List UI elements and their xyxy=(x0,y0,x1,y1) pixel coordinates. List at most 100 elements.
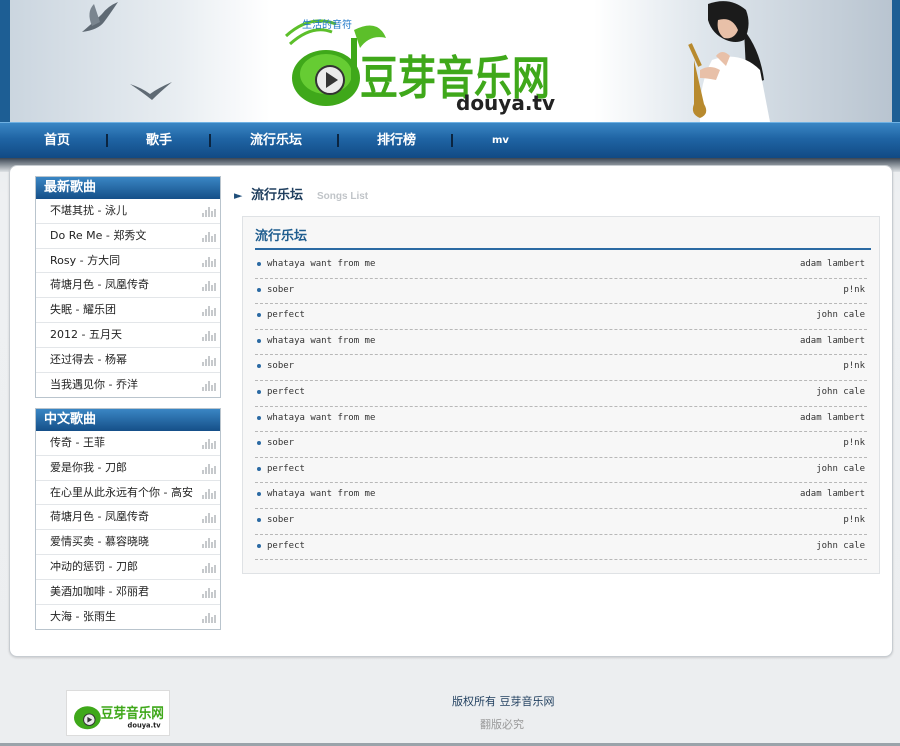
sidebar-song-item[interactable]: 大海 - 张雨生 xyxy=(36,605,220,630)
nav-charts[interactable]: 排行榜 xyxy=(377,123,416,159)
song-name[interactable]: whataya want from me xyxy=(267,413,375,423)
song-row[interactable]: perfect john cale xyxy=(255,381,867,407)
footer-logo: 豆芽音乐网 douya.tv xyxy=(66,690,170,736)
song-row[interactable]: sober p!nk xyxy=(255,509,867,535)
song-name[interactable]: perfect xyxy=(267,310,305,320)
song-row[interactable]: perfect john cale xyxy=(255,304,867,330)
sidebar-song-item[interactable]: 还过得去 - 杨幂 xyxy=(36,348,220,373)
sidebar-song-item[interactable]: 失眠 - 耀乐团 xyxy=(36,298,220,323)
song-name[interactable]: perfect xyxy=(267,541,305,551)
sidebar-song-label: 在心里从此永远有个你 - 高安 xyxy=(50,485,193,499)
sidebar-song-item[interactable]: Rosy - 方大同 xyxy=(36,249,220,274)
sidebar-song-item[interactable]: 荷塘月色 - 凤凰传奇 xyxy=(36,505,220,531)
bullet-icon xyxy=(257,543,261,548)
latest-songs-list: 不堪其扰 - 泳儿 Do Re Me - 郑秀文 Rosy - 方大同荷塘月色 - … xyxy=(36,199,220,397)
footer-brand-domain: douya.tv xyxy=(128,721,162,729)
header-banner: 生活的音符 豆芽音乐网 douya.tv xyxy=(0,0,900,122)
song-artist[interactable]: adam lambert xyxy=(800,489,865,499)
sidebar-song-item[interactable]: 荷塘月色 - 凤凰传奇 xyxy=(36,273,220,299)
song-artist[interactable]: p!nk xyxy=(843,361,865,371)
bullet-icon xyxy=(257,262,261,266)
song-row[interactable]: sober p!nk xyxy=(255,279,867,305)
song-row[interactable]: whataya want from me adam lambert xyxy=(255,407,867,433)
song-row[interactable]: sober p!nk xyxy=(255,355,867,381)
sidebar-song-label: 不堪其扰 - 泳儿 xyxy=(50,204,127,217)
sidebar-song-item[interactable]: 爱情买卖 - 慕容晓晓 xyxy=(36,530,220,555)
audio-bars-icon xyxy=(202,463,216,474)
audio-bars-icon xyxy=(202,231,216,242)
song-name[interactable]: perfect xyxy=(267,387,305,397)
nav-singers[interactable]: 歌手 xyxy=(146,123,172,159)
audio-bars-icon xyxy=(202,281,216,292)
song-name[interactable]: whataya want from me xyxy=(267,489,375,499)
song-row[interactable]: whataya want from me adam lambert xyxy=(255,483,867,509)
douya-logo: 生活的音符 豆芽音乐网 douya.tv xyxy=(284,18,555,115)
song-artist[interactable]: john cale xyxy=(816,310,865,320)
song-artist[interactable]: john cale xyxy=(816,387,865,397)
song-row[interactable]: sober p!nk xyxy=(255,432,867,458)
sidebar-song-label: Rosy - 方大同 xyxy=(50,253,121,267)
brand-domain: douya.tv xyxy=(456,91,555,115)
song-artist[interactable]: adam lambert xyxy=(800,336,865,346)
nav-pop-music[interactable]: 流行乐坛 xyxy=(250,123,302,159)
chinese-songs-title: 中文歌曲 xyxy=(36,409,220,431)
bullet-icon xyxy=(257,313,261,318)
sidebar-song-item[interactable]: 2012 - 五月天 xyxy=(36,323,220,348)
audio-bars-icon xyxy=(202,587,216,598)
sidebar-song-label: 爱是你我 - 刀郎 xyxy=(50,460,127,474)
sidebar-song-label: 爱情买卖 - 慕容晓晓 xyxy=(50,535,149,549)
nav-home[interactable]: 首页 xyxy=(44,123,70,159)
sidebar-song-label: 荷塘月色 - 凤凰传奇 xyxy=(50,278,149,292)
song-name[interactable]: whataya want from me xyxy=(267,259,375,269)
audio-bars-icon xyxy=(202,488,216,499)
song-row[interactable]: perfect john cale xyxy=(255,535,867,561)
saxophone-player-image xyxy=(688,1,770,122)
nav-mv[interactable]: mv xyxy=(492,123,509,159)
sidebar-song-item[interactable]: 在心里从此永远有个你 - 高安 xyxy=(36,481,220,506)
bullet-icon xyxy=(257,338,261,343)
song-artist[interactable]: adam lambert xyxy=(800,413,865,423)
bullet-icon xyxy=(257,287,261,292)
bullet-icon xyxy=(257,415,261,420)
footer-brand-name: 豆芽音乐网 xyxy=(101,704,164,722)
audio-bars-icon xyxy=(202,355,216,366)
arrow-right-icon: ► xyxy=(234,189,243,202)
song-artist[interactable]: john cale xyxy=(816,541,865,551)
song-name[interactable]: perfect xyxy=(267,464,305,474)
song-name[interactable]: whataya want from me xyxy=(267,336,375,346)
sidebar-song-label: 冲动的惩罚 - 刀郎 xyxy=(50,559,138,573)
sidebar-song-item[interactable]: 冲动的惩罚 - 刀郎 xyxy=(36,555,220,580)
sidebar-song-item[interactable]: Do Re Me - 郑秀文 xyxy=(36,224,220,249)
song-name[interactable]: sober xyxy=(267,515,294,525)
song-name[interactable]: sober xyxy=(267,361,294,371)
sidebar-song-item[interactable]: 当我遇见你 - 乔洋 xyxy=(36,373,220,398)
song-artist[interactable]: john cale xyxy=(816,464,865,474)
song-name[interactable]: sober xyxy=(267,438,294,448)
song-row[interactable]: whataya want from me adam lambert xyxy=(255,330,867,356)
sidebar-song-item[interactable]: 美酒加咖啡 - 邓丽君 xyxy=(36,580,220,605)
sidebar-song-label: 当我遇见你 - 乔洋 xyxy=(50,377,138,391)
nav-separator xyxy=(209,134,211,147)
song-name[interactable]: sober xyxy=(267,285,294,295)
audio-bars-icon xyxy=(202,513,216,524)
sidebar-song-item[interactable]: 爱是你我 - 刀郎 xyxy=(36,456,220,481)
sidebar-song-label: 失眠 - 耀乐团 xyxy=(50,303,116,317)
song-row[interactable]: perfect john cale xyxy=(255,458,867,484)
audio-bars-icon xyxy=(202,380,216,391)
nav-separator xyxy=(451,134,453,147)
sidebar-song-item[interactable]: 传奇 - 王菲 xyxy=(36,431,220,456)
song-artist[interactable]: p!nk xyxy=(843,285,865,295)
audio-bars-icon xyxy=(202,306,216,317)
sidebar-song-label: 还过得去 - 杨幂 xyxy=(50,352,127,366)
song-row[interactable]: whataya want from me adam lambert xyxy=(255,253,867,279)
song-artist[interactable]: p!nk xyxy=(843,515,865,525)
latest-songs-box: 最新歌曲 不堪其扰 - 泳儿 Do Re Me - 郑秀文 Rosy - 方大同 荷塘… xyxy=(35,176,221,399)
audio-bars-icon xyxy=(202,538,216,549)
nav-separator xyxy=(337,134,339,147)
sidebar-song-item[interactable]: 不堪其扰 - 泳儿 xyxy=(36,199,220,224)
sidebar-song-label: 大海 - 张雨生 xyxy=(50,609,116,623)
song-artist[interactable]: adam lambert xyxy=(800,259,865,269)
song-artist[interactable]: p!nk xyxy=(843,438,865,448)
song-list-title: 流行乐坛 xyxy=(255,228,871,250)
sidebar-song-label: 2012 - 五月天 xyxy=(50,327,122,341)
